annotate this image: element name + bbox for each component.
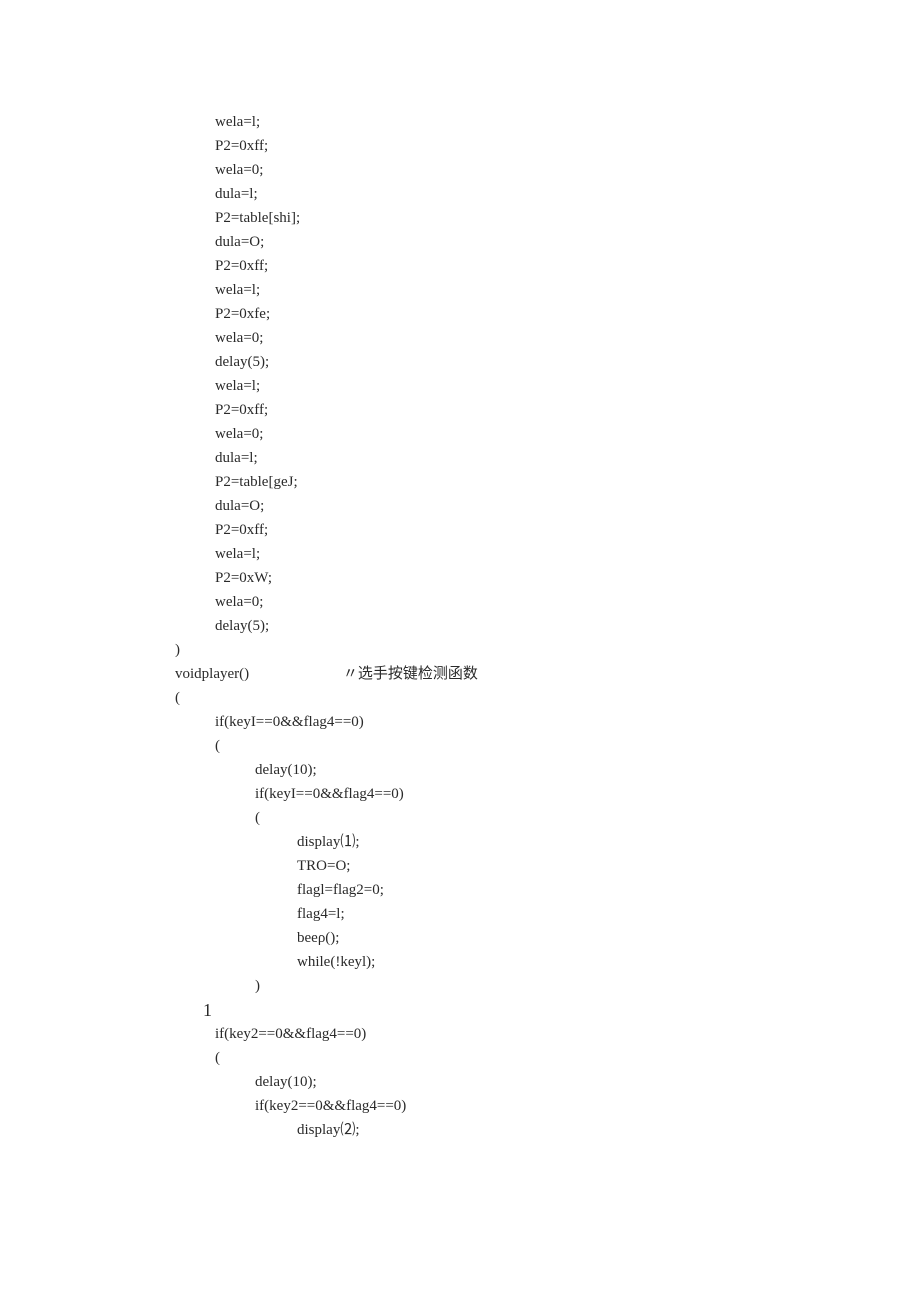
comment-text: 选手按键检测函数 — [358, 666, 478, 682]
code-block: wela=l; P2=0xff; wela=0; dula=l; P2=table[sh… — [175, 110, 920, 1142]
code-line: beeρ(); — [175, 926, 920, 950]
code-line: delay(10); — [175, 758, 920, 782]
code-line: display⑴; — [175, 830, 920, 854]
code-line: 1 — [175, 998, 920, 1022]
code-text: wela=l; — [215, 114, 260, 130]
code-line: P2=table[shi]; — [175, 206, 920, 230]
code-line: dula=l; — [175, 182, 920, 206]
code-text: ( — [175, 690, 180, 706]
code-line: dula=O; — [175, 494, 920, 518]
code-text: ( — [255, 810, 260, 826]
code-text: P2=table[shi]; — [215, 210, 300, 226]
code-line: ( — [175, 1046, 920, 1070]
code-text: P2=0xW; — [215, 570, 272, 586]
code-text: dula=O; — [215, 234, 264, 250]
code-line: if(key2==0&&flag4==0) — [175, 1022, 920, 1046]
code-text: wela=l; — [215, 378, 260, 394]
code-text: P2=0xfe; — [215, 306, 270, 322]
code-line: ( — [175, 686, 920, 710]
code-text: display⑴; — [297, 834, 360, 850]
code-line: flagl=flag2=0; — [175, 878, 920, 902]
code-text: P2=0xff; — [215, 402, 268, 418]
code-text: while(!keyl); — [297, 954, 375, 970]
code-line: dula=O; — [175, 230, 920, 254]
code-text: P2=table[geJ; — [215, 474, 298, 490]
code-line: flag4=l; — [175, 902, 920, 926]
code-text: flagl=flag2=0; — [297, 882, 384, 898]
code-text: flag4=l; — [297, 906, 345, 922]
code-text: beeρ(); — [297, 930, 339, 946]
code-line: delay(5); — [175, 614, 920, 638]
code-text: if(keyI==0&&flag4==0) — [215, 714, 364, 730]
code-text: P2=0xff; — [215, 522, 268, 538]
code-text: ) — [175, 642, 180, 658]
code-text: delay(10); — [255, 1074, 317, 1090]
code-text: wela=0; — [215, 330, 263, 346]
code-line: wela=0; — [175, 158, 920, 182]
code-text: 1 — [203, 1000, 212, 1020]
code-line: if(keyI==0&&flag4==0) — [175, 710, 920, 734]
code-text: ( — [215, 738, 220, 754]
code-text: wela=l; — [215, 282, 260, 298]
code-page: wela=l; P2=0xff; wela=0; dula=l; P2=table[sh… — [0, 0, 920, 1301]
code-line: TRO=O; — [175, 854, 920, 878]
code-line: wela=0; — [175, 326, 920, 350]
code-line: delay(5); — [175, 350, 920, 374]
code-text: TRO=O; — [297, 858, 350, 874]
code-text: delay(5); — [215, 618, 269, 634]
code-line: P2=0xW; — [175, 566, 920, 590]
code-line: wela=0; — [175, 590, 920, 614]
code-line: P2=0xff; — [175, 254, 920, 278]
code-line: delay(10); — [175, 1070, 920, 1094]
code-text: voidplayer() — [175, 666, 249, 682]
code-text: if(keyI==0&&flag4==0) — [255, 786, 404, 802]
spacer — [249, 666, 343, 682]
code-text: display⑵; — [297, 1122, 360, 1138]
code-text: wela=0; — [215, 162, 263, 178]
code-line: ) — [175, 638, 920, 662]
code-line: P2=0xff; — [175, 134, 920, 158]
code-line: P2=0xff; — [175, 518, 920, 542]
code-line: P2=0xff; — [175, 398, 920, 422]
code-line: ( — [175, 806, 920, 830]
code-line: P2=0xfe; — [175, 302, 920, 326]
code-line: wela=l; — [175, 110, 920, 134]
comment-marker-icon — [343, 666, 358, 682]
code-line: voidplayer() 选手按键检测函数 — [175, 662, 920, 686]
code-line: if(key2==0&&flag4==0) — [175, 1094, 920, 1118]
code-line: dula=l; — [175, 446, 920, 470]
code-line: ) — [175, 974, 920, 998]
code-text: P2=0xff; — [215, 138, 268, 154]
code-line: wela=l; — [175, 374, 920, 398]
code-text: wela=0; — [215, 426, 263, 442]
code-line: ( — [175, 734, 920, 758]
code-text: ) — [255, 978, 260, 994]
comment: 选手按键检测函数 — [343, 662, 478, 686]
code-text: wela=l; — [215, 546, 260, 562]
code-text: ( — [215, 1050, 220, 1066]
code-line: P2=table[geJ; — [175, 470, 920, 494]
code-text: dula=l; — [215, 450, 258, 466]
code-line: if(keyI==0&&flag4==0) — [175, 782, 920, 806]
code-text: dula=l; — [215, 186, 258, 202]
code-line: wela=0; — [175, 422, 920, 446]
code-line: display⑵; — [175, 1118, 920, 1142]
code-line: wela=l; — [175, 542, 920, 566]
code-text: wela=0; — [215, 594, 263, 610]
code-text: delay(10); — [255, 762, 317, 778]
code-line: wela=l; — [175, 278, 920, 302]
code-text: if(key2==0&&flag4==0) — [215, 1026, 366, 1042]
code-line: while(!keyl); — [175, 950, 920, 974]
code-text: if(key2==0&&flag4==0) — [255, 1098, 406, 1114]
code-text: P2=0xff; — [215, 258, 268, 274]
code-text: delay(5); — [215, 354, 269, 370]
code-text: dula=O; — [215, 498, 264, 514]
